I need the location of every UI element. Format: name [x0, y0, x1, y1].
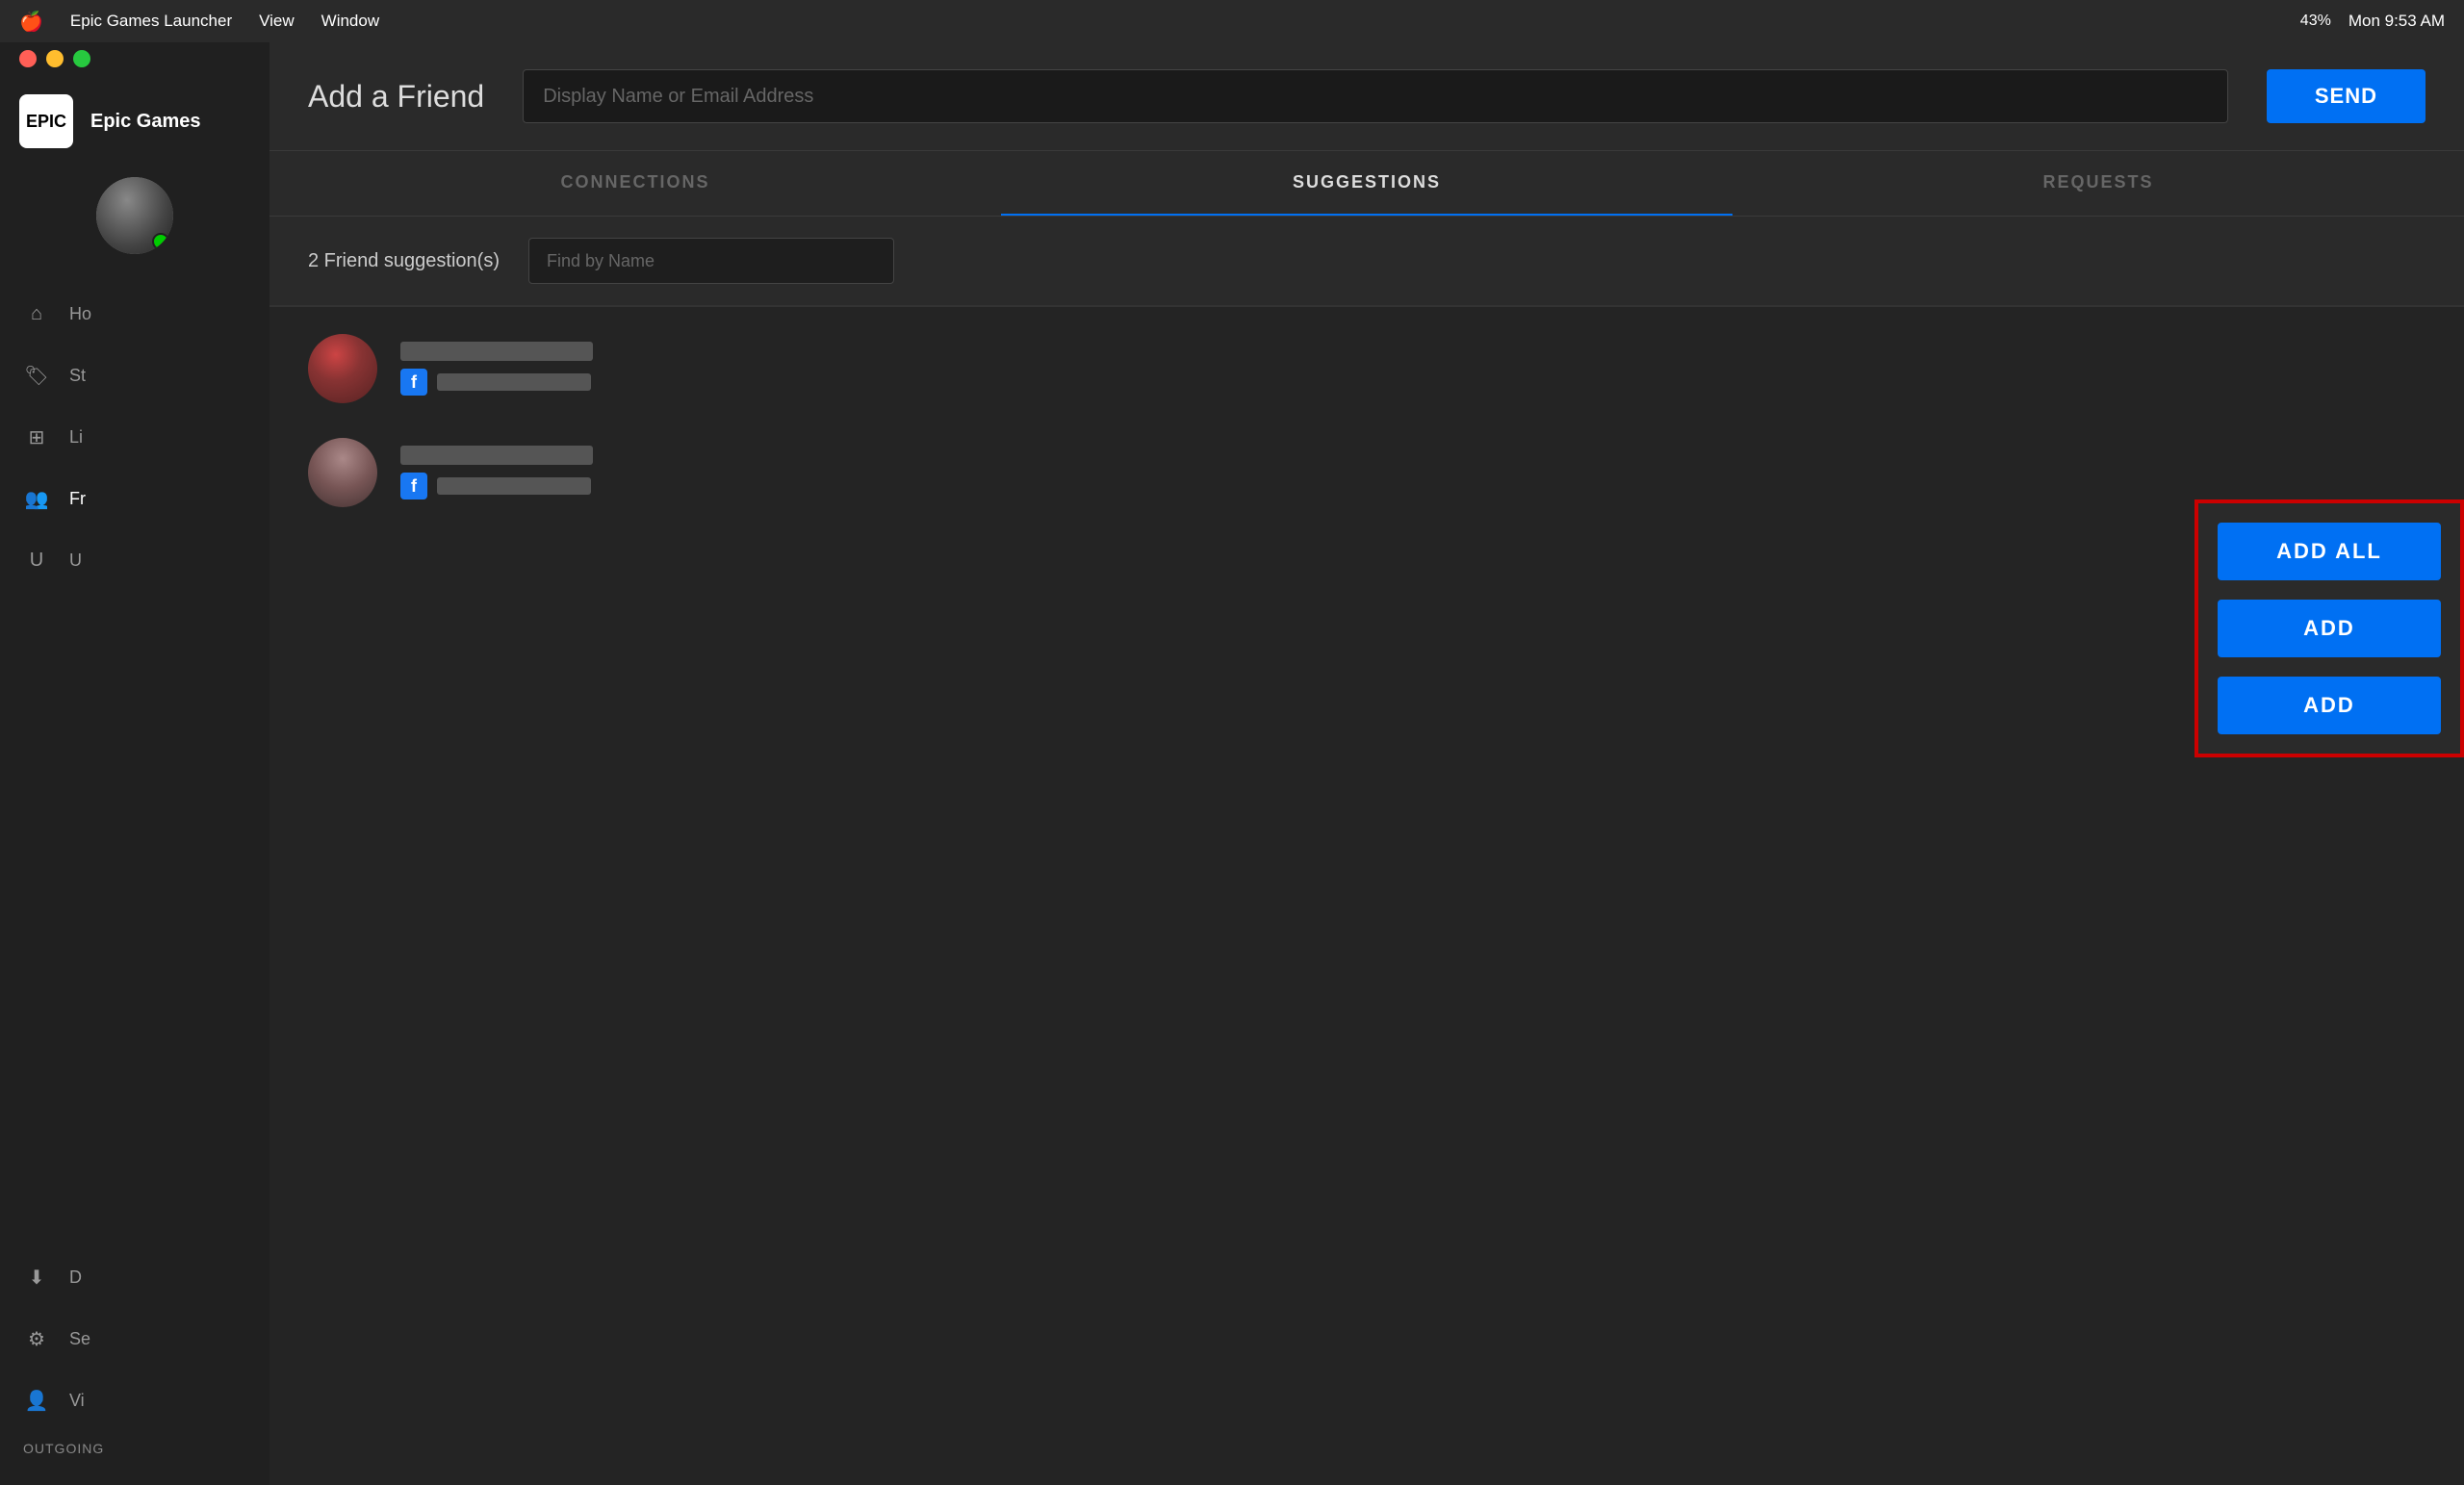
- traffic-lights: [0, 42, 270, 75]
- friends-icon: 👥: [23, 485, 50, 512]
- tab-suggestions[interactable]: SUGGESTIONS: [1001, 151, 1732, 216]
- avatar: [308, 334, 377, 403]
- facebook-icon-1: f: [400, 369, 427, 396]
- profile-icon: 👤: [23, 1387, 50, 1414]
- sidebar: EPIC Epic Games ⌂ Ho 🏷 St ⊞ Li 👥 Fr U U: [0, 42, 270, 1485]
- find-by-name-input[interactable]: [528, 238, 894, 284]
- settings-icon: ⚙: [23, 1325, 50, 1352]
- add-button-1[interactable]: ADD: [2218, 600, 2441, 657]
- menubar-right: 43% Mon 9:53 AM: [2300, 12, 2445, 31]
- send-button[interactable]: SEND: [2267, 69, 2426, 123]
- maximize-button[interactable]: [73, 50, 90, 67]
- avatar: [308, 438, 377, 507]
- tab-bar: CONNECTIONS SUGGESTIONS REQUESTS: [270, 151, 2464, 217]
- online-indicator: [152, 233, 169, 250]
- download-label: D: [69, 1267, 82, 1288]
- main-dialog: Add a Friend SEND CONNECTIONS SUGGESTION…: [270, 42, 2464, 1485]
- friends-label: Fr: [69, 489, 86, 509]
- avatar-image-1: [308, 334, 377, 403]
- avatar: [96, 177, 173, 254]
- dialog-header: Add a Friend SEND: [270, 42, 2464, 151]
- settings-label: Se: [69, 1329, 90, 1349]
- apple-menu[interactable]: 🍎: [19, 10, 43, 34]
- minimize-button[interactable]: [46, 50, 64, 67]
- home-icon: ⌂: [23, 300, 50, 327]
- sidebar-item-settings[interactable]: ⚙ Se: [0, 1308, 270, 1370]
- friend-sub-1: [437, 373, 591, 391]
- close-button[interactable]: [19, 50, 37, 67]
- battery-status: 43%: [2300, 13, 2331, 30]
- sidebar-item-profile[interactable]: 👤 Vi: [0, 1370, 270, 1431]
- epic-logo-icon: EPIC: [19, 94, 73, 148]
- dialog-title: Add a Friend: [308, 79, 484, 115]
- friend-sub-2: [437, 477, 591, 495]
- friend-name-input[interactable]: [523, 69, 2228, 123]
- window-menu[interactable]: Window: [321, 12, 379, 31]
- library-label: Li: [69, 427, 83, 448]
- sidebar-item-home[interactable]: ⌂ Ho: [0, 283, 270, 345]
- download-icon: ⬇: [23, 1264, 50, 1291]
- menubar-left: 🍎 Epic Games Launcher View Window: [19, 10, 379, 34]
- clock: Mon 9:53 AM: [2348, 12, 2445, 31]
- unreal-icon: U: [23, 547, 50, 574]
- dialog-content: 2 Friend suggestion(s) f: [270, 217, 2464, 1485]
- add-all-button[interactable]: ADD ALL: [2218, 523, 2441, 580]
- library-icon: ⊞: [23, 423, 50, 450]
- suggestions-toolbar: 2 Friend suggestion(s): [270, 217, 2464, 306]
- facebook-icon-2: f: [400, 473, 427, 499]
- epic-logo: EPIC Epic Games: [0, 75, 270, 167]
- friend-meta-2: f: [400, 473, 2426, 499]
- sidebar-item-download[interactable]: ⬇ D: [0, 1246, 270, 1308]
- sidebar-item-unreal[interactable]: U U: [0, 529, 270, 591]
- app-name-menu[interactable]: Epic Games Launcher: [70, 12, 232, 31]
- view-menu[interactable]: View: [259, 12, 295, 31]
- friend-list: f f ADD AL: [270, 307, 2464, 1485]
- sidebar-item-store[interactable]: 🏷 St: [0, 345, 270, 406]
- tab-requests[interactable]: REQUESTS: [1732, 151, 2464, 216]
- friend-name-2: [400, 446, 593, 465]
- nav-items: ⌂ Ho 🏷 St ⊞ Li 👥 Fr U U: [0, 273, 270, 1237]
- epic-logo-text: Epic Games: [90, 111, 201, 133]
- avatar-image-2: [308, 438, 377, 507]
- store-label: St: [69, 366, 86, 386]
- friend-meta-1: f: [400, 369, 2426, 396]
- home-label: Ho: [69, 304, 91, 324]
- friend-name-1: [400, 342, 593, 361]
- tab-connections[interactable]: CONNECTIONS: [270, 151, 1001, 216]
- sidebar-item-library[interactable]: ⊞ Li: [0, 406, 270, 468]
- unreal-label: U: [69, 550, 82, 571]
- list-item: f: [270, 317, 2464, 421]
- menubar: 🍎 Epic Games Launcher View Window 43% Mo…: [0, 0, 2464, 42]
- outgoing-label: OUTGOING: [0, 1431, 270, 1466]
- friend-info-2: f: [400, 446, 2426, 499]
- friend-info-1: f: [400, 342, 2426, 396]
- add-button-2[interactable]: ADD: [2218, 677, 2441, 734]
- user-area: [0, 167, 270, 273]
- sidebar-item-friends[interactable]: 👥 Fr: [0, 468, 270, 529]
- store-icon: 🏷: [23, 362, 50, 389]
- suggestions-count: 2 Friend suggestion(s): [308, 250, 500, 272]
- profile-label: Vi: [69, 1391, 85, 1411]
- list-item: f: [270, 421, 2464, 525]
- action-panel: ADD ALL ADD ADD: [2194, 499, 2464, 757]
- nav-bottom: ⬇ D ⚙ Se 👤 Vi OUTGOING: [0, 1237, 270, 1485]
